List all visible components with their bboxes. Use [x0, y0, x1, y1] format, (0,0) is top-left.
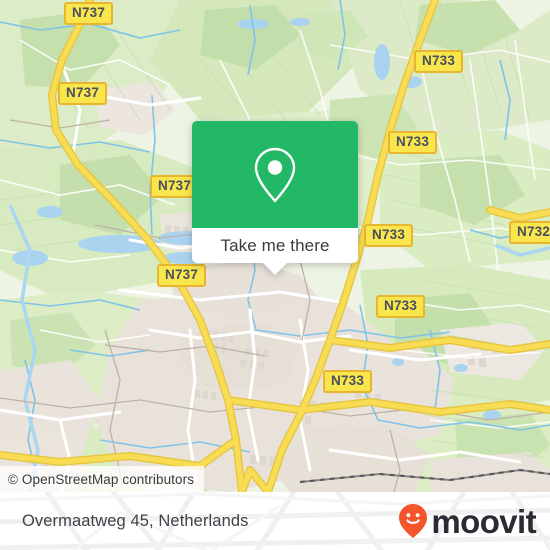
road-shield: N737: [64, 2, 114, 25]
bottom-bar: Overmaatweg 45, Netherlands moovit: [0, 492, 550, 550]
callout-pin-area: [192, 121, 358, 228]
callout-tail: [263, 263, 287, 275]
moovit-smiley-pin-icon: [398, 503, 428, 539]
road-shield: N733: [414, 50, 464, 73]
osm-attribution[interactable]: © OpenStreetMap contributors: [0, 466, 205, 492]
address-text: Overmaatweg 45, Netherlands: [22, 511, 249, 530]
osm-attribution-text: © OpenStreetMap contributors: [8, 471, 195, 487]
road-shield: N737: [157, 264, 207, 287]
road-shield: N733: [364, 224, 414, 247]
road-shield: N733: [376, 295, 426, 318]
address-label: Overmaatweg 45, Netherlands: [22, 492, 248, 550]
take-me-there-label: Take me there: [220, 236, 330, 255]
take-me-there-callout[interactable]: Take me there: [192, 121, 358, 275]
road-shield: N733: [323, 370, 373, 393]
location-pin-icon: [252, 146, 298, 204]
moovit-logo[interactable]: moovit: [398, 492, 537, 550]
road-shield: N733: [388, 131, 438, 154]
road-shield: N737: [58, 82, 108, 105]
moovit-wordmark: moovit: [431, 502, 536, 540]
map-page: N737 N737 N737 N737 N733 N733 N733 N733 N733 N732…: [0, 0, 550, 550]
road-shield: N732: [509, 221, 550, 244]
callout-footer[interactable]: Take me there: [192, 228, 358, 275]
